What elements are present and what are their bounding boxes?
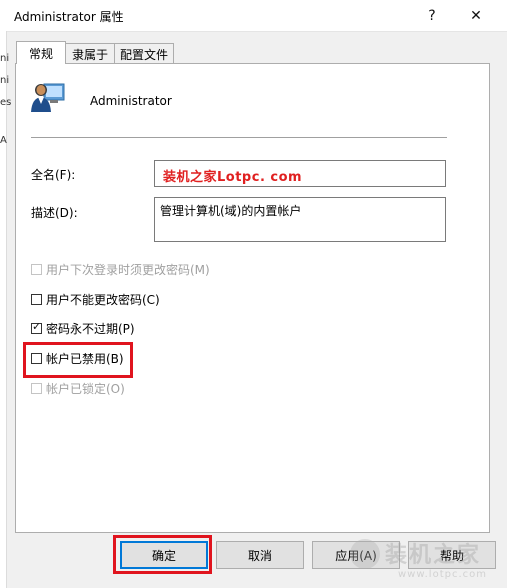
- checkbox-label: 用户下次登录时须更改密码(M): [46, 262, 210, 277]
- help-button[interactable]: ?: [410, 0, 454, 31]
- checkbox-account-locked: 帐户已锁定(O): [31, 380, 125, 396]
- background-text: es: [0, 97, 12, 108]
- fullname-value: 装机之家Lotpc. com: [163, 170, 303, 185]
- checkbox-box[interactable]: ✓: [31, 319, 42, 334]
- tab-profile[interactable]: 配置文件: [114, 43, 174, 64]
- window-title: Administrator 属性: [14, 10, 124, 24]
- cancel-button[interactable]: 取消: [216, 541, 304, 569]
- close-button[interactable]: ✕: [454, 0, 498, 31]
- highlight-box: [23, 342, 133, 378]
- fullname-field[interactable]: 装机之家Lotpc. com: [154, 160, 446, 187]
- checkbox-box: [31, 263, 42, 275]
- user-name: Administrator: [90, 94, 172, 108]
- apply-button[interactable]: 应用(A): [312, 541, 400, 569]
- checkbox-must-change-password: 用户下次登录时须更改密码(M): [31, 261, 210, 277]
- checkbox-box[interactable]: [31, 293, 42, 305]
- checkbox-label: 用户不能更改密码(C): [46, 292, 160, 307]
- checkbox-box: [31, 382, 42, 394]
- question-icon: ?: [428, 7, 436, 24]
- watermark-url: www.lotpc.com: [398, 569, 487, 580]
- help-dialog-button[interactable]: 帮助: [408, 541, 496, 569]
- background-window-edge: ni ni es A: [0, 31, 11, 588]
- checkmark-icon: ✓: [32, 319, 42, 333]
- description-label: 描述(D):: [31, 206, 78, 220]
- title-bar: Administrator 属性 ? ✕: [0, 0, 507, 32]
- tab-general[interactable]: 常规: [16, 41, 66, 64]
- tab-member-of[interactable]: 隶属于: [65, 43, 115, 64]
- checkbox-password-never-expires[interactable]: ✓ 密码永不过期(P): [31, 320, 135, 336]
- close-icon: ✕: [470, 7, 482, 24]
- checkbox-label: 帐户已锁定(O): [46, 381, 125, 396]
- section-divider: [31, 137, 447, 138]
- background-text: A: [0, 135, 7, 146]
- checkbox-cannot-change-password[interactable]: 用户不能更改密码(C): [31, 291, 160, 307]
- background-text: ni: [0, 53, 10, 64]
- background-text: ni: [0, 75, 10, 86]
- highlight-box: [113, 535, 212, 574]
- description-field[interactable]: 管理计算机(域)的内置帐户: [154, 197, 446, 242]
- description-value: 管理计算机(域)的内置帐户: [160, 204, 302, 218]
- user-account-icon: [31, 83, 65, 112]
- fullname-label: 全名(F):: [31, 168, 76, 182]
- checkbox-label: 密码永不过期(P): [46, 321, 135, 336]
